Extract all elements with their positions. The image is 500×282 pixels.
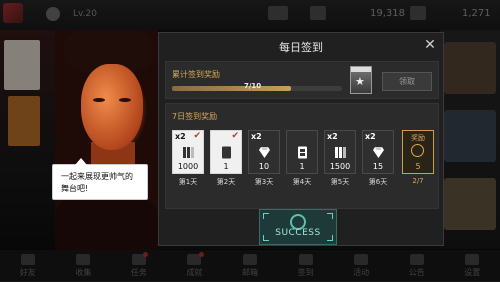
medal-icon (411, 144, 424, 157)
claim-button[interactable]: 领取 (382, 72, 432, 91)
success-button[interactable]: SUCCESS (259, 209, 337, 245)
ticket-icon (220, 144, 233, 157)
day-card[interactable]: 1 (286, 130, 318, 174)
weekly-reward-panel: 7日签到奖励 奖励 5 2/7 x2✔1000第1天✔1第2天x210第3天1第… (165, 103, 439, 209)
day-card[interactable]: ✔1 (210, 130, 242, 174)
character-portrait (55, 30, 158, 250)
card-pack-icon (182, 144, 195, 157)
diamond-icon (372, 144, 385, 157)
close-icon[interactable]: ✕ (423, 38, 437, 52)
day-label: 第3天 (248, 177, 280, 187)
reward-qty: 15 (363, 162, 393, 171)
reward-qty: 10 (249, 162, 279, 171)
face (81, 64, 143, 150)
reward-qty: 1 (287, 162, 317, 171)
day-label: 第1天 (172, 177, 204, 187)
corner-bracket (327, 213, 333, 219)
day-label: 第5天 (324, 177, 356, 187)
day-label: 第4天 (286, 177, 318, 187)
multiplier-label: x2 (327, 132, 338, 141)
weekly-reward-label: 7日签到奖励 (172, 111, 217, 122)
reward-thumbnail-tag (351, 67, 371, 72)
check-icon: ✔ (193, 131, 201, 141)
day-reward[interactable]: 1 第4天 (286, 130, 318, 187)
multiplier-label: x2 (175, 132, 186, 141)
progress-fill (172, 86, 291, 91)
multiplier-label: x2 (365, 132, 376, 141)
day-reward[interactable]: x2 1500 第5天 (324, 130, 356, 187)
day-reward[interactable]: ✔1第2天 (210, 130, 242, 187)
day-reward[interactable]: x2 ✔ 1000 第1天 (172, 130, 204, 187)
card-pack-icon (334, 144, 347, 157)
day-label: 第2天 (210, 177, 242, 187)
day-card[interactable]: x2 10 (248, 130, 280, 174)
speech-bubble: 一起来展现更帅气的舞台吧! (52, 164, 148, 200)
corner-bracket (263, 213, 269, 219)
day7-title: 奖励 (403, 133, 433, 143)
multiplier-label: x2 (251, 132, 262, 141)
day-card[interactable]: x2 1500 (324, 130, 356, 174)
ticket-icon (296, 144, 309, 157)
check-icon: ✔ (231, 131, 239, 141)
success-label: SUCCESS (260, 228, 336, 238)
cumulative-reward-label: 累计签到奖励 (172, 69, 220, 80)
day7-qty: 5 (403, 162, 433, 171)
reward-qty: 1 (211, 162, 241, 171)
day7-reward[interactable]: 奖励 5 2/7 (402, 130, 434, 185)
daily-checkin-modal: 每日签到 ✕ 累计签到奖励 7/10 ★ 领取 7日签到奖励 奖励 5 2/7 … (158, 32, 444, 246)
eye (93, 98, 105, 102)
star-icon: ★ (355, 76, 365, 87)
day-card[interactable]: x2 15 (362, 130, 394, 174)
reward-qty: 1500 (325, 162, 355, 171)
modal-title: 每日签到 (159, 39, 443, 55)
day7-card[interactable]: 奖励 5 (402, 130, 434, 174)
day-label: 第6天 (362, 177, 394, 187)
eye (119, 98, 131, 102)
day-card[interactable]: x2 ✔ 1000 (172, 130, 204, 174)
progress-text: 7/10 (244, 82, 261, 90)
reward-thumbnail[interactable]: ★ (350, 66, 372, 94)
diamond-icon (258, 144, 271, 157)
day-reward[interactable]: x2 15 第6天 (362, 130, 394, 187)
day7-progress: 2/7 (402, 177, 434, 185)
reward-qty: 1000 (173, 162, 203, 171)
cumulative-reward-panel: 累计签到奖励 7/10 ★ 领取 (165, 61, 439, 99)
day-reward[interactable]: x2 10 第3天 (248, 130, 280, 187)
